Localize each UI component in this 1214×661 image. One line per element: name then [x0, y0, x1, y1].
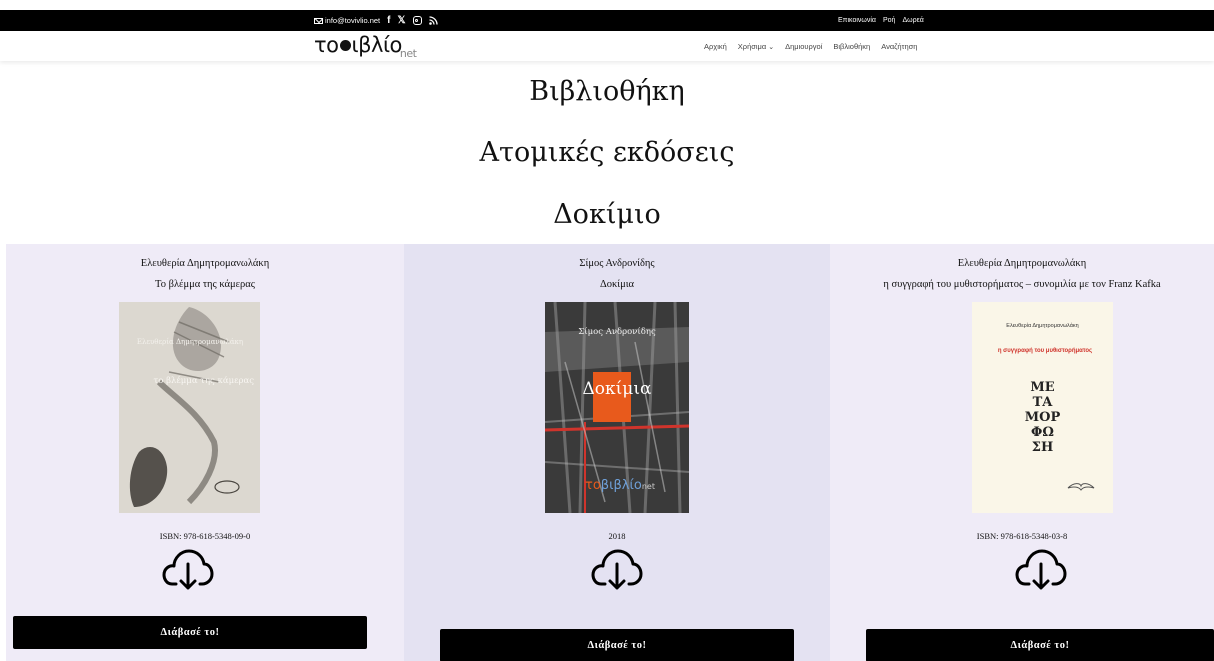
facebook-icon[interactable]: f [387, 15, 390, 26]
book-title[interactable]: Το βλέμμα της κάμερας [6, 279, 404, 290]
read-button[interactable]: Διάβασέ το! [440, 629, 794, 661]
x-icon[interactable]: 𝕏 [397, 15, 405, 26]
book-card-1: Ελευθερία Δημητρομανωλάκη Το βλέμμα της … [6, 244, 404, 661]
envelope-icon [314, 17, 323, 24]
book-author: Ελευθερία Δημητρομανωλάκη [957, 258, 1087, 269]
site-header: το ιβλίοnet Αρχική Χρήσιμα ⌄ Δημιουργοί Βι… [0, 31, 1214, 61]
nav-useful-label: Χρήσιμα [737, 41, 767, 51]
book-author: Ελευθερία Δημητρομανωλάκη [140, 258, 270, 269]
book-isbn: ISBN: 978-618-5348-03-8 [976, 531, 1068, 541]
cover-art: ΜΕ ΤΑ ΜΟΡ ΦΩ ΣΗ [972, 380, 1113, 455]
cover-art-line: ΜΟΡ [1024, 410, 1061, 425]
book-card-2: Σίμος Ανδρονίδης Δοκίμια Σίμος Ανδρονίδη… [404, 244, 830, 661]
link-donate[interactable]: Δωρεά [902, 17, 923, 24]
nav-home[interactable]: Αρχική [704, 42, 727, 51]
link-contact[interactable]: Επικοινωνία [838, 17, 876, 24]
cover-art-line: ΣΗ [1031, 440, 1054, 455]
chevron-down-icon: ⌄ [768, 43, 775, 51]
book-cover[interactable]: Σίμος Ανδρονίδης Δοκίμια τοβιβλίοnet [545, 302, 689, 513]
book-year: 2018 [608, 531, 626, 541]
cover-author: Σίμος Ανδρονίδης [578, 327, 656, 337]
book-sketch-icon [1067, 483, 1095, 491]
cover-author: Ελευθερία Δημητρομανωλάκη [136, 338, 244, 346]
cover-art-line: ΤΑ [1032, 395, 1053, 410]
rss-icon[interactable] [428, 16, 438, 25]
section-title: Δοκίμιο [553, 199, 661, 230]
logo-text: το ιβλίο [314, 33, 402, 57]
cover-art-line: ΦΩ [1031, 425, 1054, 440]
page-title: Βιβλιοθήκη [529, 76, 685, 107]
instagram-icon[interactable] [412, 16, 422, 25]
book-cover[interactable]: Ελευθερία Δημητρομανωλάκη το βλέμμα της … [119, 302, 260, 513]
nav-creators[interactable]: Δημιουργοί [785, 42, 822, 51]
nav-library[interactable]: Βιβλιοθήκη [833, 42, 870, 51]
cover-title: Δοκίμια [582, 379, 652, 399]
page-subtitle: Ατομικές εκδόσεις [479, 137, 735, 168]
nav-search[interactable]: Αναζήτηση [881, 42, 917, 51]
logo-suffix: net [399, 47, 417, 60]
main-nav: Αρχική Χρήσιμα ⌄ Δημιουργοί Βιβλιοθήκη Αν… [704, 31, 917, 61]
book-author: Σίμος Ανδρονίδης [579, 258, 655, 269]
cover-title: το βλέμμα της κάμερας [153, 376, 254, 386]
book-card-3: Ελευθερία Δημητρομανωλάκη η συγγραφή του… [830, 244, 1214, 661]
read-button[interactable]: Διάβασέ το! [866, 629, 1214, 661]
site-logo[interactable]: το ιβλίοnet [314, 33, 417, 60]
top-bar-contact: info@tovivlio.net f 𝕏 [314, 10, 438, 31]
book-title[interactable]: Δοκίμια [404, 279, 830, 290]
email-text: info@tovivlio.net [325, 16, 381, 25]
email-link[interactable]: info@tovivlio.net [314, 16, 380, 25]
cover-art-line: ΜΕ [1030, 380, 1055, 395]
nav-useful[interactable]: Χρήσιμα ⌄ [738, 42, 774, 51]
top-bar: info@tovivlio.net f 𝕏 Επικοινωνία Ροή Δω… [0, 10, 1214, 31]
top-bar-links: Επικοινωνία Ροή Δωρεά [838, 10, 924, 31]
cover-title: η συγγραφή του μυθιστορήματος [997, 348, 1093, 354]
book-title[interactable]: η συγγραφή του μυθιστορήματος – συνομιλί… [830, 279, 1214, 290]
cloud-download-icon[interactable] [1015, 548, 1067, 592]
cloud-download-icon[interactable] [591, 548, 643, 592]
link-feed[interactable]: Ροή [883, 17, 895, 24]
cloud-download-icon[interactable] [162, 548, 214, 592]
book-cover[interactable]: Ελευθερία Δημητρομανωλάκη η συγγραφή του… [972, 302, 1113, 513]
cover-publisher-logo: τοβιβλίοnet [585, 478, 655, 493]
book-isbn: ISBN: 978-618-5348-09-0 [159, 531, 251, 541]
read-button[interactable]: Διάβασέ το! [13, 616, 367, 649]
cover-author: Ελευθερία Δημητρομανωλάκη [1006, 323, 1079, 329]
